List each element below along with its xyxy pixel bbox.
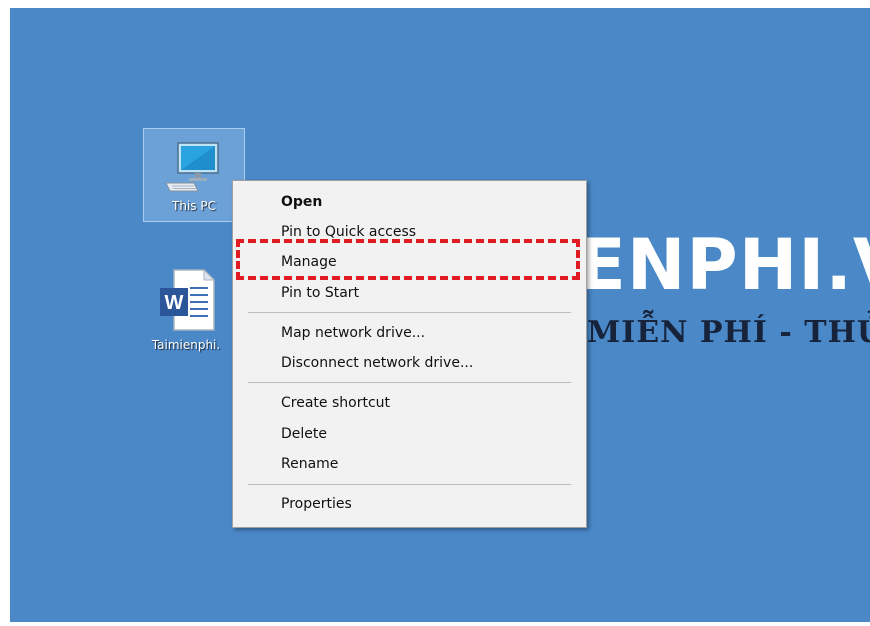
- desktop-icon-label: This PC: [172, 199, 216, 213]
- word-document-icon: W: [160, 268, 216, 331]
- manage-highlight-box: [236, 239, 580, 280]
- svg-text:W: W: [165, 292, 184, 314]
- context-menu: Open Pin to Quick access Manage Pin to S…: [232, 180, 587, 528]
- menu-separator: [248, 382, 571, 383]
- watermark-title: ENPHI.V: [578, 224, 870, 306]
- menu-item-create-shortcut[interactable]: Create shortcut: [281, 392, 390, 414]
- menu-item-rename[interactable]: Rename: [281, 453, 338, 475]
- menu-item-open[interactable]: Open: [281, 191, 322, 213]
- this-pc-icon: [165, 142, 219, 192]
- desktop-icon-this-pc[interactable]: This PC: [143, 128, 245, 222]
- menu-item-delete[interactable]: Delete: [281, 423, 327, 445]
- desktop-icon-label: Taimienphi.: [151, 338, 221, 352]
- menu-item-pin-to-start[interactable]: Pin to Start: [281, 282, 359, 304]
- menu-item-disconnect-network-drive[interactable]: Disconnect network drive...: [281, 352, 473, 374]
- menu-item-properties[interactable]: Properties: [281, 493, 352, 515]
- watermark-subtitle: MIỄN PHÍ - THỦ: [587, 315, 870, 350]
- menu-separator: [248, 312, 571, 313]
- desktop-icon-word-document[interactable]: W Taimienphi.: [136, 266, 236, 360]
- menu-item-map-network-drive[interactable]: Map network drive...: [281, 322, 425, 344]
- menu-separator: [248, 484, 571, 485]
